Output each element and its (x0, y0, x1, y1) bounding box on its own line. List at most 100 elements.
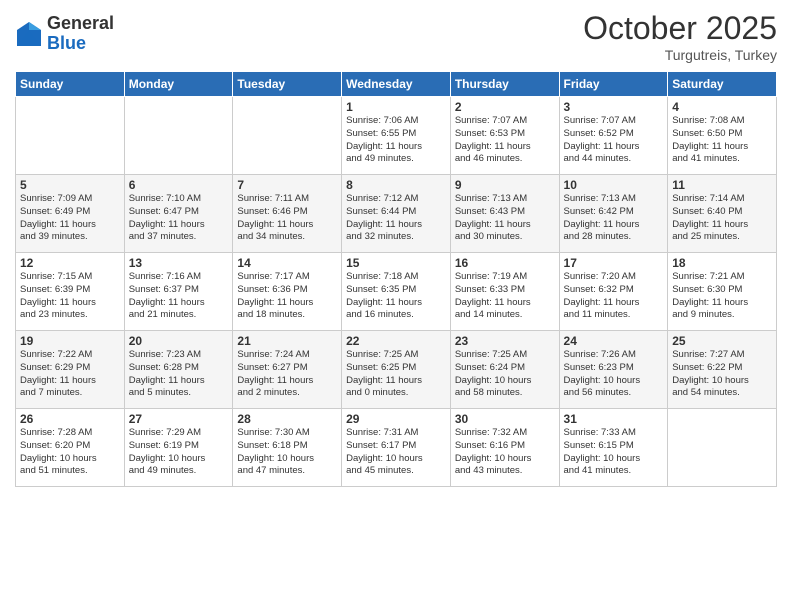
logo-icon (15, 20, 43, 48)
day-number: 3 (564, 100, 664, 114)
calendar-cell: 30Sunrise: 7:32 AM Sunset: 6:16 PM Dayli… (450, 409, 559, 487)
day-info: Sunrise: 7:32 AM Sunset: 6:16 PM Dayligh… (455, 427, 555, 478)
calendar-cell: 10Sunrise: 7:13 AM Sunset: 6:42 PM Dayli… (559, 175, 668, 253)
title-block: October 2025 Turgutreis, Turkey (583, 10, 777, 63)
calendar-cell: 15Sunrise: 7:18 AM Sunset: 6:35 PM Dayli… (342, 253, 451, 331)
day-info: Sunrise: 7:15 AM Sunset: 6:39 PM Dayligh… (20, 271, 120, 322)
day-number: 19 (20, 334, 120, 348)
calendar-cell: 7Sunrise: 7:11 AM Sunset: 6:46 PM Daylig… (233, 175, 342, 253)
calendar-cell: 20Sunrise: 7:23 AM Sunset: 6:28 PM Dayli… (124, 331, 233, 409)
day-number: 29 (346, 412, 446, 426)
calendar: SundayMondayTuesdayWednesdayThursdayFrid… (15, 71, 777, 487)
logo-blue-text: Blue (47, 34, 114, 54)
calendar-week-row: 26Sunrise: 7:28 AM Sunset: 6:20 PM Dayli… (16, 409, 777, 487)
calendar-cell: 9Sunrise: 7:13 AM Sunset: 6:43 PM Daylig… (450, 175, 559, 253)
day-info: Sunrise: 7:25 AM Sunset: 6:24 PM Dayligh… (455, 349, 555, 400)
day-number: 9 (455, 178, 555, 192)
day-number: 30 (455, 412, 555, 426)
day-number: 2 (455, 100, 555, 114)
calendar-cell: 21Sunrise: 7:24 AM Sunset: 6:27 PM Dayli… (233, 331, 342, 409)
day-info: Sunrise: 7:13 AM Sunset: 6:42 PM Dayligh… (564, 193, 664, 244)
day-info: Sunrise: 7:33 AM Sunset: 6:15 PM Dayligh… (564, 427, 664, 478)
calendar-day-header: Wednesday (342, 72, 451, 97)
calendar-cell: 8Sunrise: 7:12 AM Sunset: 6:44 PM Daylig… (342, 175, 451, 253)
day-number: 17 (564, 256, 664, 270)
day-info: Sunrise: 7:20 AM Sunset: 6:32 PM Dayligh… (564, 271, 664, 322)
calendar-cell (233, 97, 342, 175)
day-number: 5 (20, 178, 120, 192)
calendar-cell: 29Sunrise: 7:31 AM Sunset: 6:17 PM Dayli… (342, 409, 451, 487)
calendar-cell: 24Sunrise: 7:26 AM Sunset: 6:23 PM Dayli… (559, 331, 668, 409)
calendar-day-header: Thursday (450, 72, 559, 97)
page: General Blue October 2025 Turgutreis, Tu… (0, 0, 792, 612)
calendar-week-row: 1Sunrise: 7:06 AM Sunset: 6:55 PM Daylig… (16, 97, 777, 175)
day-number: 4 (672, 100, 772, 114)
day-info: Sunrise: 7:28 AM Sunset: 6:20 PM Dayligh… (20, 427, 120, 478)
day-number: 6 (129, 178, 229, 192)
calendar-cell: 12Sunrise: 7:15 AM Sunset: 6:39 PM Dayli… (16, 253, 125, 331)
calendar-cell: 18Sunrise: 7:21 AM Sunset: 6:30 PM Dayli… (668, 253, 777, 331)
day-number: 14 (237, 256, 337, 270)
calendar-cell: 17Sunrise: 7:20 AM Sunset: 6:32 PM Dayli… (559, 253, 668, 331)
day-info: Sunrise: 7:18 AM Sunset: 6:35 PM Dayligh… (346, 271, 446, 322)
day-info: Sunrise: 7:10 AM Sunset: 6:47 PM Dayligh… (129, 193, 229, 244)
day-number: 18 (672, 256, 772, 270)
location-title: Turgutreis, Turkey (583, 47, 777, 63)
calendar-day-header: Monday (124, 72, 233, 97)
calendar-cell: 16Sunrise: 7:19 AM Sunset: 6:33 PM Dayli… (450, 253, 559, 331)
calendar-cell: 5Sunrise: 7:09 AM Sunset: 6:49 PM Daylig… (16, 175, 125, 253)
day-number: 24 (564, 334, 664, 348)
day-info: Sunrise: 7:13 AM Sunset: 6:43 PM Dayligh… (455, 193, 555, 244)
calendar-cell: 1Sunrise: 7:06 AM Sunset: 6:55 PM Daylig… (342, 97, 451, 175)
calendar-cell: 26Sunrise: 7:28 AM Sunset: 6:20 PM Dayli… (16, 409, 125, 487)
day-info: Sunrise: 7:30 AM Sunset: 6:18 PM Dayligh… (237, 427, 337, 478)
calendar-cell: 27Sunrise: 7:29 AM Sunset: 6:19 PM Dayli… (124, 409, 233, 487)
day-number: 27 (129, 412, 229, 426)
day-number: 22 (346, 334, 446, 348)
day-info: Sunrise: 7:14 AM Sunset: 6:40 PM Dayligh… (672, 193, 772, 244)
day-number: 13 (129, 256, 229, 270)
day-info: Sunrise: 7:17 AM Sunset: 6:36 PM Dayligh… (237, 271, 337, 322)
logo-text: General Blue (47, 14, 114, 54)
calendar-cell (16, 97, 125, 175)
calendar-day-header: Friday (559, 72, 668, 97)
day-info: Sunrise: 7:23 AM Sunset: 6:28 PM Dayligh… (129, 349, 229, 400)
calendar-week-row: 19Sunrise: 7:22 AM Sunset: 6:29 PM Dayli… (16, 331, 777, 409)
day-info: Sunrise: 7:16 AM Sunset: 6:37 PM Dayligh… (129, 271, 229, 322)
calendar-cell (124, 97, 233, 175)
calendar-cell: 25Sunrise: 7:27 AM Sunset: 6:22 PM Dayli… (668, 331, 777, 409)
calendar-cell: 14Sunrise: 7:17 AM Sunset: 6:36 PM Dayli… (233, 253, 342, 331)
month-title: October 2025 (583, 10, 777, 47)
day-info: Sunrise: 7:29 AM Sunset: 6:19 PM Dayligh… (129, 427, 229, 478)
day-info: Sunrise: 7:25 AM Sunset: 6:25 PM Dayligh… (346, 349, 446, 400)
day-number: 12 (20, 256, 120, 270)
day-number: 11 (672, 178, 772, 192)
day-info: Sunrise: 7:06 AM Sunset: 6:55 PM Dayligh… (346, 115, 446, 166)
day-number: 21 (237, 334, 337, 348)
calendar-day-header: Tuesday (233, 72, 342, 97)
day-number: 28 (237, 412, 337, 426)
day-info: Sunrise: 7:19 AM Sunset: 6:33 PM Dayligh… (455, 271, 555, 322)
day-info: Sunrise: 7:08 AM Sunset: 6:50 PM Dayligh… (672, 115, 772, 166)
day-info: Sunrise: 7:22 AM Sunset: 6:29 PM Dayligh… (20, 349, 120, 400)
day-info: Sunrise: 7:31 AM Sunset: 6:17 PM Dayligh… (346, 427, 446, 478)
calendar-cell: 11Sunrise: 7:14 AM Sunset: 6:40 PM Dayli… (668, 175, 777, 253)
day-number: 26 (20, 412, 120, 426)
calendar-cell: 31Sunrise: 7:33 AM Sunset: 6:15 PM Dayli… (559, 409, 668, 487)
day-info: Sunrise: 7:24 AM Sunset: 6:27 PM Dayligh… (237, 349, 337, 400)
day-number: 16 (455, 256, 555, 270)
day-number: 7 (237, 178, 337, 192)
calendar-cell: 19Sunrise: 7:22 AM Sunset: 6:29 PM Dayli… (16, 331, 125, 409)
calendar-cell: 6Sunrise: 7:10 AM Sunset: 6:47 PM Daylig… (124, 175, 233, 253)
day-number: 8 (346, 178, 446, 192)
day-number: 15 (346, 256, 446, 270)
day-info: Sunrise: 7:09 AM Sunset: 6:49 PM Dayligh… (20, 193, 120, 244)
day-info: Sunrise: 7:27 AM Sunset: 6:22 PM Dayligh… (672, 349, 772, 400)
day-info: Sunrise: 7:07 AM Sunset: 6:52 PM Dayligh… (564, 115, 664, 166)
logo-general-text: General (47, 14, 114, 34)
calendar-week-row: 5Sunrise: 7:09 AM Sunset: 6:49 PM Daylig… (16, 175, 777, 253)
day-number: 25 (672, 334, 772, 348)
day-number: 23 (455, 334, 555, 348)
header: General Blue October 2025 Turgutreis, Tu… (15, 10, 777, 63)
day-info: Sunrise: 7:11 AM Sunset: 6:46 PM Dayligh… (237, 193, 337, 244)
